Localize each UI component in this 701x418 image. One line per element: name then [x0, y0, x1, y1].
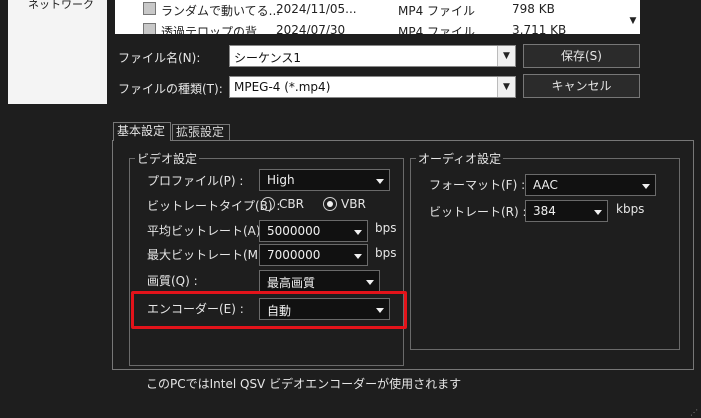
audio-bitrate-select[interactable]: 384 — [525, 200, 608, 222]
chevron-down-icon[interactable]: ▼ — [497, 77, 515, 97]
quality-label: 画質(Q) : — [147, 274, 198, 288]
filename-label: ファイル名(N): — [118, 51, 201, 65]
avg-bitrate-value: 5000000 — [267, 224, 321, 238]
filename-value: シーケンス1 — [234, 51, 302, 65]
audio-bitrate-label: ビットレート(R) : — [429, 205, 527, 219]
vbr-radio[interactable] — [323, 197, 337, 211]
video-file-icon — [143, 23, 156, 34]
video-group-title: ビデオ設定 — [135, 150, 200, 167]
filetype-label: ファイルの種類(T): — [118, 82, 223, 96]
nav-item-network[interactable]: ネットワーク — [28, 0, 94, 12]
avg-bitrate-label: 平均ビットレート(A) : — [147, 224, 269, 238]
vbr-label[interactable]: VBR — [341, 197, 366, 211]
encoder-label: エンコーダー(E) : — [147, 302, 244, 316]
filetype-select[interactable]: MPEG-4 (*.mp4) ▼ — [229, 76, 516, 98]
chevron-down-icon — [376, 179, 384, 184]
encoder-value: 自動 — [267, 304, 292, 318]
tab-basic-settings[interactable]: 基本設定 — [113, 122, 171, 141]
file-list: ランダムで動いてる... 2024/11/05... MP4 ファイル 798 … — [115, 0, 640, 34]
audio-bitrate-unit: kbps — [616, 202, 645, 216]
encoder-select[interactable]: 自動 — [259, 298, 390, 320]
max-bitrate-unit: bps — [375, 246, 397, 260]
audio-format-label: フォーマット(F) : — [429, 178, 526, 192]
chevron-down-icon — [376, 308, 384, 313]
file-size: 3,711 KB — [512, 23, 567, 34]
chevron-down-icon — [354, 254, 362, 259]
avg-bitrate-unit: bps — [375, 221, 397, 235]
audio-group-title: オーディオ設定 — [416, 150, 504, 167]
chevron-down-icon[interactable]: ▼ — [497, 46, 515, 66]
profile-value: High — [267, 173, 295, 187]
chevron-down-icon — [642, 184, 650, 189]
file-type: MP4 ファイル — [398, 25, 476, 34]
video-file-icon — [143, 2, 156, 15]
scroll-down-arrow-icon[interactable]: ▼ — [627, 16, 639, 32]
avg-bitrate-select[interactable]: 5000000 — [259, 220, 368, 242]
file-name: 透過テロップの背... — [161, 25, 269, 34]
audio-format-select[interactable]: AAC — [525, 174, 656, 196]
profile-label: プロファイル(P) : — [147, 174, 244, 188]
profile-select[interactable]: High — [259, 169, 390, 191]
chevron-down-icon — [354, 230, 362, 235]
audio-bitrate-value: 384 — [533, 204, 556, 218]
file-name: ランダムで動いてる... — [161, 4, 281, 18]
quality-value: 最高画質 — [267, 276, 316, 290]
cancel-button[interactable]: キャンセル — [523, 74, 640, 98]
cbr-radio[interactable] — [261, 197, 275, 211]
chevron-down-icon — [366, 280, 374, 285]
file-type: MP4 ファイル — [398, 4, 476, 18]
filetype-value: MPEG-4 (*.mp4) — [234, 80, 331, 94]
audio-format-value: AAC — [533, 178, 558, 192]
encoder-status-note: このPCではIntel QSV ビデオエンコーダーが使用されます — [146, 377, 462, 391]
file-row[interactable]: ランダムで動いてる... 2024/11/05... MP4 ファイル 798 … — [115, 1, 640, 18]
chevron-down-icon — [594, 210, 602, 215]
file-date: 2024/07/30 — [276, 23, 346, 34]
max-bitrate-select[interactable]: 7000000 — [259, 244, 368, 266]
max-bitrate-value: 7000000 — [267, 248, 321, 262]
tab-advanced-settings[interactable]: 拡張設定 — [172, 124, 230, 140]
cbr-label[interactable]: CBR — [279, 197, 304, 211]
navigation-pane: ネットワーク — [8, 0, 107, 104]
max-bitrate-label: 最大ビットレート(M) : — [147, 248, 271, 262]
file-row[interactable]: 透過テロップの背... 2024/07/30 MP4 ファイル 3,711 KB — [115, 22, 640, 34]
quality-select[interactable]: 最高画質 — [259, 270, 380, 292]
file-size: 798 KB — [512, 2, 555, 16]
save-button[interactable]: 保存(S) — [523, 44, 640, 68]
file-date: 2024/11/05... — [276, 2, 357, 16]
resize-grip-icon[interactable]: ⋰ — [690, 408, 698, 417]
filename-input[interactable]: シーケンス1 ▼ — [229, 45, 516, 67]
